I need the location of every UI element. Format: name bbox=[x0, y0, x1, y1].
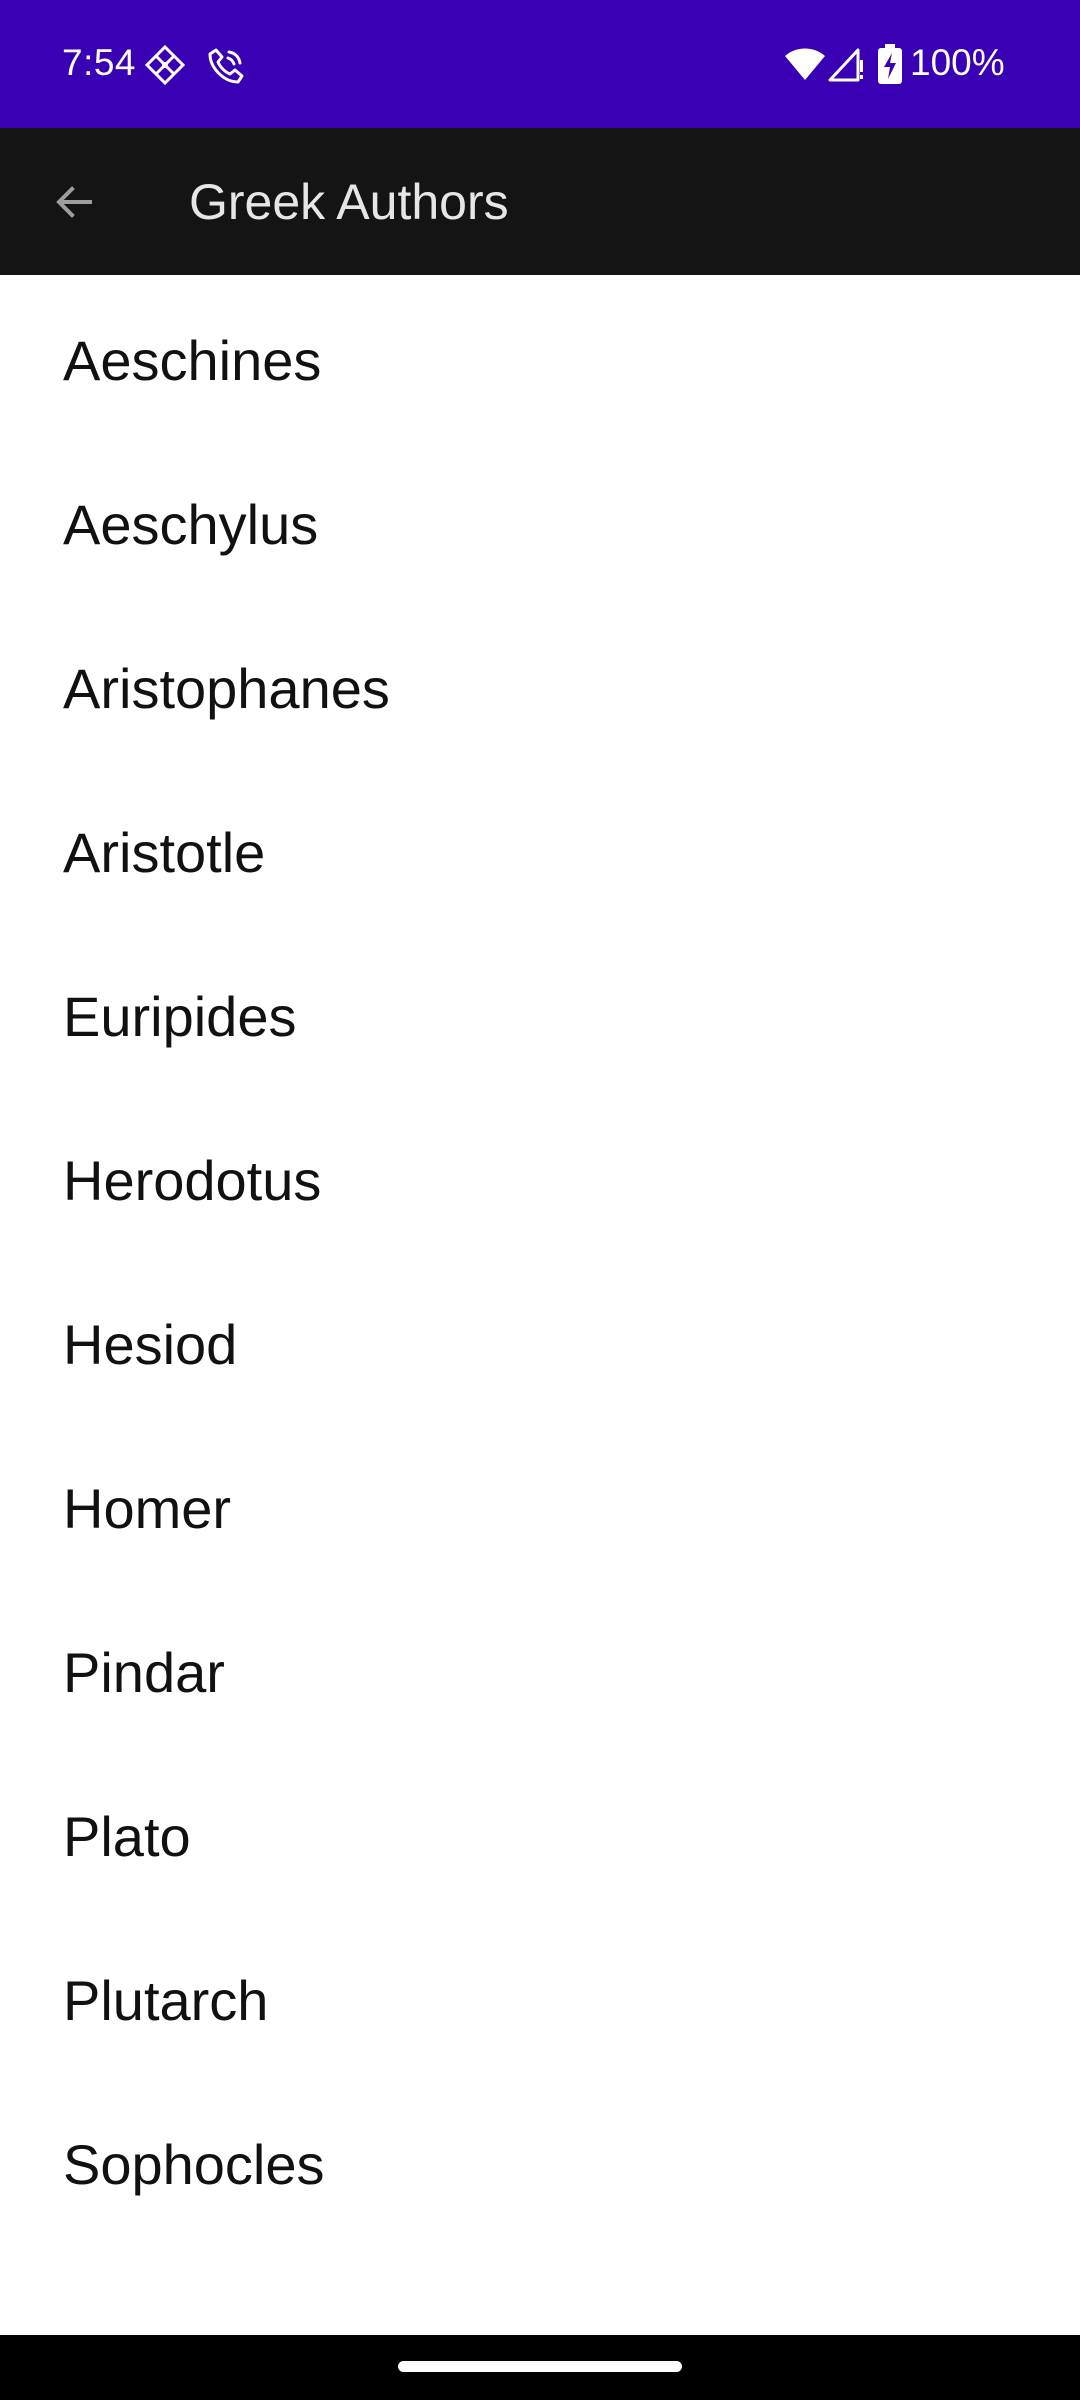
cell-signal-icon bbox=[828, 48, 863, 82]
author-list-item[interactable]: Plutarch bbox=[0, 1915, 1080, 2079]
author-name: Plutarch bbox=[63, 1968, 269, 2032]
app-bar: Greek Authors bbox=[0, 128, 1080, 275]
author-name: Aeschines bbox=[63, 328, 322, 392]
page-title: Greek Authors bbox=[189, 174, 509, 230]
phone-call-icon bbox=[208, 48, 244, 84]
author-name: Hesiod bbox=[63, 1312, 238, 1376]
diamond-grid-icon bbox=[144, 44, 186, 86]
author-list-item[interactable]: Plato bbox=[0, 1751, 1080, 1915]
author-name: Homer bbox=[63, 1476, 232, 1540]
home-gesture-handle[interactable] bbox=[398, 2361, 682, 2372]
author-name: Aristophanes bbox=[63, 656, 390, 720]
arrow-left-icon bbox=[56, 186, 92, 218]
author-name: Herodotus bbox=[63, 1148, 322, 1212]
wifi-icon bbox=[785, 48, 825, 80]
author-name: Euripides bbox=[63, 984, 297, 1048]
author-list-item[interactable]: Sophocles bbox=[0, 2079, 1080, 2243]
author-list-item[interactable]: Homer bbox=[0, 1423, 1080, 1587]
author-name: Pindar bbox=[63, 1640, 225, 1704]
author-list-item[interactable]: Hesiod bbox=[0, 1259, 1080, 1423]
author-list: Aeschines Aeschylus Aristophanes Aristot… bbox=[0, 275, 1080, 2243]
author-list-item[interactable]: Euripides bbox=[0, 931, 1080, 1095]
author-list-item[interactable]: Aeschines bbox=[0, 275, 1080, 439]
author-name: Plato bbox=[63, 1804, 191, 1868]
screen: 7:54 100% Greek Authors Aeschines Aeschy… bbox=[0, 0, 1080, 2400]
status-bar: 7:54 100% bbox=[0, 0, 1080, 128]
battery-percent: 100% bbox=[910, 42, 1005, 83]
author-name: Sophocles bbox=[63, 2132, 325, 2196]
author-list-item[interactable]: Herodotus bbox=[0, 1095, 1080, 1259]
back-button[interactable] bbox=[34, 162, 114, 242]
author-list-item[interactable]: Aeschylus bbox=[0, 439, 1080, 603]
author-name: Aristotle bbox=[63, 820, 266, 884]
author-name: Aeschylus bbox=[63, 492, 319, 556]
battery-charging-icon bbox=[878, 44, 902, 84]
author-list-item[interactable]: Aristophanes bbox=[0, 603, 1080, 767]
status-time: 7:54 bbox=[62, 42, 137, 83]
author-list-item[interactable]: Aristotle bbox=[0, 767, 1080, 931]
author-list-item[interactable]: Pindar bbox=[0, 1587, 1080, 1751]
